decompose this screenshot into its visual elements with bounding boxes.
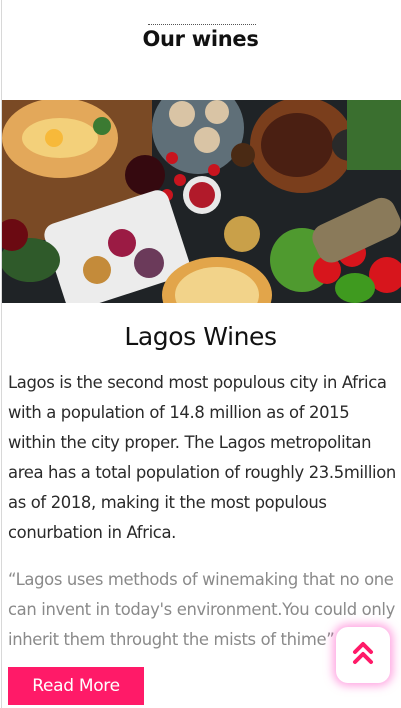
hero-image	[2, 100, 401, 303]
scroll-to-top-button[interactable]	[336, 627, 390, 683]
card-body-text: Lagos is the second most populous city i…	[8, 373, 396, 542]
card-title: Lagos Wines	[124, 322, 277, 351]
section-title: Our wines	[142, 27, 259, 51]
title-divider	[148, 24, 256, 25]
double-chevron-up-icon	[352, 640, 374, 670]
read-more-button[interactable]: Read More	[8, 667, 144, 705]
section-header: Our wines	[0, 0, 401, 100]
